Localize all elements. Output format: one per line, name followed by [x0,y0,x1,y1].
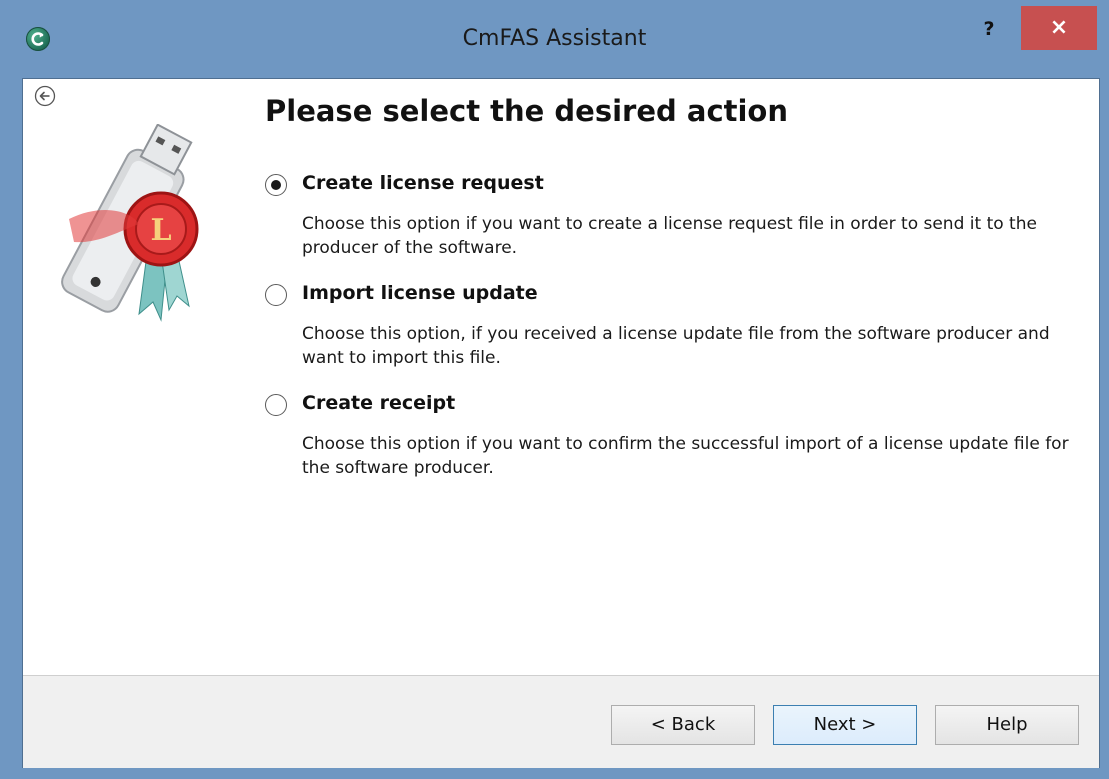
close-button[interactable]: × [1021,6,1097,50]
option-label[interactable]: Create license request [302,172,544,194]
option-description: Choose this option, if you received a li… [302,324,1050,368]
close-icon: × [1049,15,1069,40]
help-button[interactable]: Help [935,705,1079,745]
back-button[interactable]: < Back [611,705,755,745]
option-description: Choose this option if you want to create… [302,214,1037,258]
radio-create-receipt[interactable] [265,394,287,416]
back-arrow-icon[interactable] [34,85,56,107]
option-label[interactable]: Import license update [302,282,538,304]
radio-import-license-update[interactable] [265,284,287,306]
button-bar: < Back Next > Help [23,675,1099,768]
svg-text:L: L [150,213,171,248]
radio-create-license-request[interactable] [265,174,287,196]
wizard-client-area: L Please select the desired action Creat… [22,78,1100,768]
option-description: Choose this option if you want to confir… [302,434,1069,478]
next-button[interactable]: Next > [773,705,917,745]
help-icon[interactable]: ? [974,14,1004,44]
window-title: CmFAS Assistant [462,26,647,51]
page-heading: Please select the desired action [265,94,789,128]
option-label[interactable]: Create receipt [302,392,455,414]
usb-license-logo: L [61,124,199,322]
title-bar[interactable]: CmFAS Assistant ? × [0,0,1109,78]
assistant-window: CmFAS Assistant ? × L Please select the … [0,0,1109,779]
